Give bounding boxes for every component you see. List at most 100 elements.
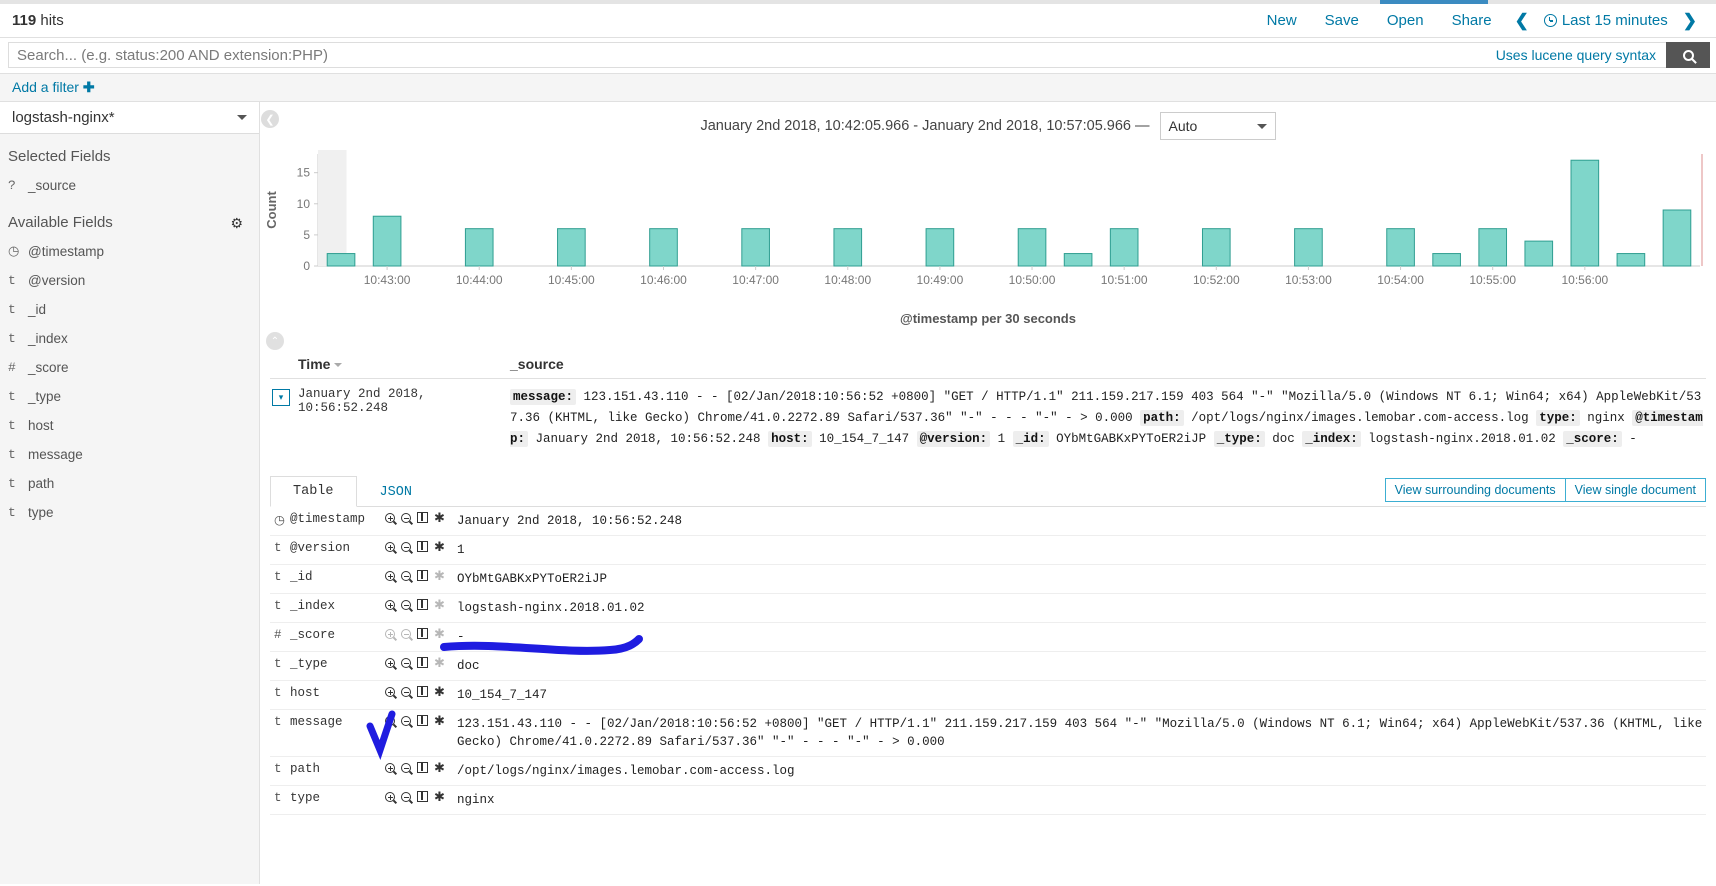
- filter-field-present-icon[interactable]: ✱: [434, 511, 445, 524]
- zoom-in-icon[interactable]: [385, 762, 398, 775]
- tab-table[interactable]: Table: [270, 476, 357, 507]
- chart-collapse-button[interactable]: ⌃: [266, 332, 284, 350]
- share-button[interactable]: Share: [1438, 12, 1506, 29]
- field-type-icon-date: ◷: [8, 244, 20, 259]
- expand-row-button[interactable]: ▾: [272, 389, 290, 406]
- zoom-in-icon[interactable]: [385, 686, 398, 699]
- toggle-column-icon[interactable]: [417, 512, 428, 523]
- zoom-in-icon[interactable]: [385, 657, 398, 670]
- zoom-in-icon[interactable]: [385, 628, 398, 641]
- toggle-column-icon[interactable]: [417, 628, 428, 639]
- svg-text:10:55:00: 10:55:00: [1469, 273, 1516, 287]
- detail-field-name: type: [290, 791, 321, 805]
- svg-text:10:52:00: 10:52:00: [1193, 273, 1240, 287]
- sidebar-field-timestamp[interactable]: ◷ @timestamp: [0, 237, 259, 266]
- toggle-column-icon[interactable]: [417, 599, 428, 610]
- source-field-key: message:: [510, 389, 577, 405]
- zoom-out-icon[interactable]: [401, 628, 414, 641]
- sidebar-field-version[interactable]: t @version: [0, 266, 259, 295]
- save-button[interactable]: Save: [1311, 12, 1373, 29]
- zoom-in-icon[interactable]: [385, 715, 398, 728]
- lucene-syntax-link[interactable]: Uses lucene query syntax: [1496, 47, 1656, 63]
- zoom-out-icon[interactable]: [401, 715, 414, 728]
- zoom-out-icon[interactable]: [401, 541, 414, 554]
- sidebar-field-path[interactable]: t path: [0, 469, 259, 498]
- index-pattern-selector[interactable]: logstash-nginx*: [0, 102, 259, 134]
- column-header-time[interactable]: Time: [270, 356, 510, 372]
- sidebar-field-source[interactable]: ? _source: [0, 171, 259, 200]
- interval-selector[interactable]: Auto: [1159, 112, 1276, 140]
- search-input[interactable]: [8, 42, 1666, 68]
- filter-field-present-icon[interactable]: ✱: [434, 598, 445, 611]
- field-type-icon-string: t: [8, 331, 16, 346]
- sidebar-collapse-button[interactable]: ❮: [261, 110, 279, 128]
- filter-field-present-icon[interactable]: ✱: [434, 685, 445, 698]
- open-button[interactable]: Open: [1373, 12, 1438, 29]
- toggle-column-icon[interactable]: [417, 791, 428, 802]
- detail-field-actions: ✱: [385, 598, 457, 612]
- source-field-key: _type:: [1213, 431, 1265, 447]
- toggle-column-icon[interactable]: [417, 762, 428, 773]
- zoom-out-icon[interactable]: [401, 686, 414, 699]
- filter-field-present-icon[interactable]: ✱: [434, 761, 445, 774]
- filter-field-present-icon[interactable]: ✱: [434, 569, 445, 582]
- toggle-column-icon[interactable]: [417, 715, 428, 726]
- new-button[interactable]: New: [1253, 12, 1311, 29]
- histogram-chart[interactable]: 0 5 10 15 Count 10:43:00 10:44:00 10:45:00 10:46…: [260, 144, 1703, 309]
- zoom-in-icon[interactable]: [385, 570, 398, 583]
- toggle-column-icon[interactable]: [417, 541, 428, 552]
- source-field-value: /opt/logs/nginx/images.lemobar.com-acces…: [1183, 411, 1537, 425]
- search-submit-button[interactable]: [1666, 42, 1710, 68]
- zoom-in-icon[interactable]: [385, 512, 398, 525]
- field-sidebar: logstash-nginx* Selected Fields ? _sourc…: [0, 102, 279, 884]
- time-next-icon[interactable]: ❯: [1674, 11, 1706, 31]
- zoom-out-icon[interactable]: [401, 791, 414, 804]
- detail-field-name: _type: [290, 657, 328, 671]
- sidebar-field-id[interactable]: t _id: [0, 295, 259, 324]
- filter-field-present-icon[interactable]: ✱: [434, 627, 445, 640]
- hits-count: 119: [12, 12, 37, 29]
- detail-field-value: OYbMtGABKxPYToER2iJP: [457, 572, 608, 586]
- source-field-key: host:: [768, 431, 812, 447]
- toggle-column-icon[interactable]: [417, 686, 428, 697]
- chart-time-range-label: January 2nd 2018, 10:42:05.966 - January…: [700, 118, 1150, 134]
- toggle-column-icon[interactable]: [417, 657, 428, 668]
- available-fields-list: ◷ @timestamp t @version t _id t _index # _score t _…: [0, 237, 259, 527]
- filter-field-present-icon[interactable]: ✱: [434, 790, 445, 803]
- zoom-out-icon[interactable]: [401, 599, 414, 612]
- zoom-out-icon[interactable]: [401, 570, 414, 583]
- detail-tab-actions: View surrounding documents View single d…: [1384, 478, 1706, 506]
- view-surrounding-documents-button[interactable]: View surrounding documents: [1384, 478, 1566, 502]
- view-single-document-button[interactable]: View single document: [1564, 478, 1706, 502]
- source-field-key: type:: [1536, 410, 1580, 426]
- sidebar-field-label: message: [28, 447, 83, 462]
- sort-caret-icon: [334, 363, 343, 367]
- tab-json[interactable]: JSON: [357, 477, 435, 507]
- sidebar-field-index[interactable]: t _index: [0, 324, 259, 353]
- field-type-icon-string: t: [8, 302, 16, 317]
- filter-field-present-icon[interactable]: ✱: [434, 540, 445, 553]
- time-picker-button[interactable]: Last 15 minutes: [1538, 12, 1674, 29]
- gear-icon[interactable]: ⚙: [230, 215, 243, 232]
- documents-table: Time _source ▾ January 2nd 2018, 10:56:5…: [260, 350, 1716, 460]
- sidebar-field-host[interactable]: t host: [0, 411, 259, 440]
- zoom-in-icon[interactable]: [385, 599, 398, 612]
- table-row: t _index ✱ logstash-nginx.2018.01.02: [270, 594, 1706, 623]
- add-filter-button[interactable]: Add a filter ✚: [12, 79, 95, 96]
- time-picker-label: Last 15 minutes: [1561, 12, 1668, 29]
- toggle-column-icon[interactable]: [417, 570, 428, 581]
- filter-field-present-icon[interactable]: ✱: [434, 714, 445, 727]
- sidebar-field-type[interactable]: t type: [0, 498, 259, 527]
- filter-field-present-icon[interactable]: ✱: [434, 656, 445, 669]
- zoom-in-icon[interactable]: [385, 541, 398, 554]
- time-prev-icon[interactable]: ❮: [1506, 11, 1538, 31]
- sidebar-field-score[interactable]: # _score: [0, 353, 259, 382]
- zoom-out-icon[interactable]: [401, 512, 414, 525]
- zoom-out-icon[interactable]: [401, 762, 414, 775]
- zoom-in-icon[interactable]: [385, 791, 398, 804]
- zoom-out-icon[interactable]: [401, 657, 414, 670]
- sidebar-field-message[interactable]: t message: [0, 440, 259, 469]
- sidebar-field-type[interactable]: t _type: [0, 382, 259, 411]
- detail-field-value: nginx: [457, 793, 495, 807]
- field-type-icon-string: t: [274, 541, 282, 555]
